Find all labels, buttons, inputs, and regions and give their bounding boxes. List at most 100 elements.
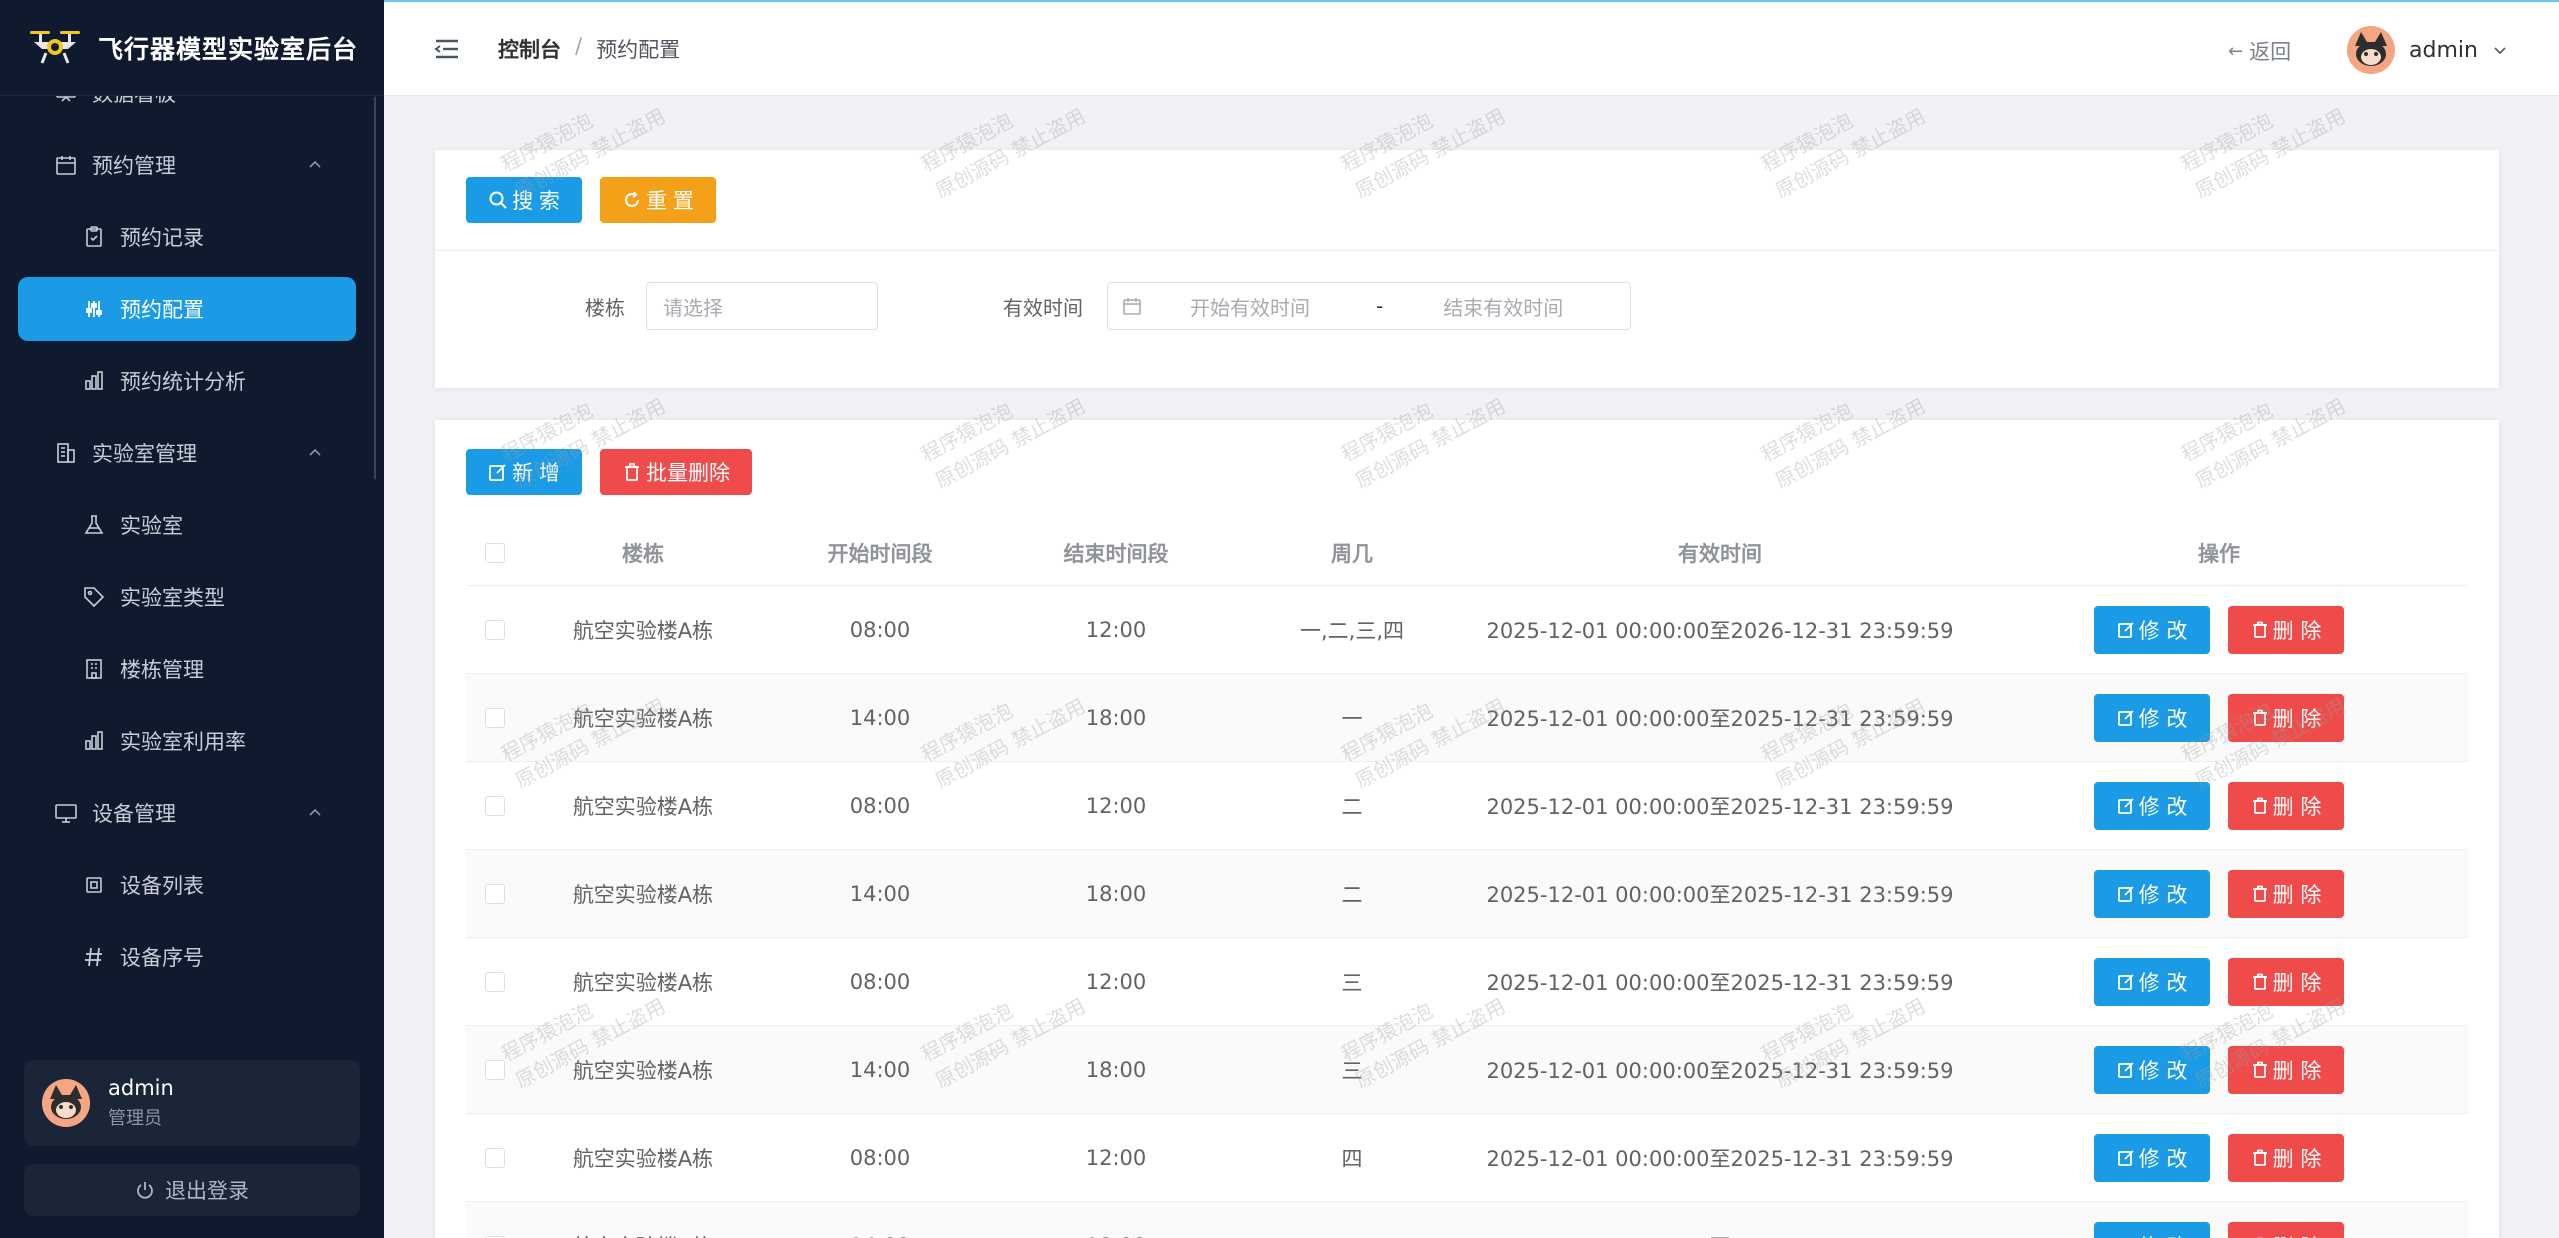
power-icon [137, 1182, 153, 1199]
cell-valid-time: 2025-12-01 00:00:00至2025-12-31 23:59:59 [1486, 706, 1954, 731]
chevron-up-icon [309, 448, 321, 456]
delete-button-label: 删 除 [2272, 970, 2322, 995]
calendar-icon [54, 153, 78, 177]
header-user-dropdown[interactable]: admin [2347, 26, 2508, 74]
sidebar-user-card[interactable]: admin 管理员 [24, 1060, 360, 1146]
valid-time-range-picker[interactable]: 开始有效时间 - 结束有效时间 [1107, 282, 1631, 330]
cell-building: 航空实验楼A栋 [572, 706, 714, 731]
breadcrumb-separator: / [575, 34, 583, 58]
end-date-input[interactable]: 结束有效时间 [1443, 292, 1563, 321]
delete-button[interactable]: 删 除 [2228, 1221, 2344, 1238]
row-checkbox-cell [466, 1147, 524, 1168]
delete-button[interactable]: 删 除 [2228, 1133, 2344, 1182]
delete-button-label: 删 除 [2272, 1146, 2322, 1171]
sidebar-item-7[interactable]: 实验室 [18, 493, 356, 557]
top-header: 控制台 / 预约配置 ← 返回 admin [384, 0, 2559, 96]
edit-button[interactable]: 修 改 [2094, 781, 2210, 830]
edit-button[interactable]: 修 改 [2094, 957, 2210, 1006]
sidebar-item-2[interactable]: 预约管理 [18, 133, 356, 197]
collapse-menu-icon[interactable] [434, 38, 460, 60]
sliders-icon [82, 297, 106, 321]
delete-button[interactable]: 删 除 [2228, 869, 2344, 918]
table-row: 航空实验楼A栋 08:00 12:00 四 2025-12-01 00:00:00至20… [466, 1114, 2468, 1202]
row-checkbox[interactable] [485, 707, 505, 728]
row-checkbox-cell [466, 883, 524, 904]
bar-chart-icon [82, 729, 106, 753]
edit-button[interactable]: 修 改 [2094, 605, 2210, 654]
trash-icon [2252, 621, 2267, 638]
select-all-checkbox[interactable] [485, 542, 505, 563]
edit-button[interactable]: 修 改 [2094, 693, 2210, 742]
brand[interactable]: 飞行器模型实验室后台 [0, 0, 384, 96]
delete-button[interactable]: 删 除 [2228, 693, 2344, 742]
row-checkbox[interactable] [485, 619, 505, 640]
sidebar-item-label: 实验室利用率 [120, 730, 246, 754]
sidebar-item-3[interactable]: 预约记录 [18, 205, 356, 269]
delete-button[interactable]: 删 除 [2228, 1045, 2344, 1094]
batch-delete-button[interactable]: 批量删除 [600, 449, 752, 495]
logout-button[interactable]: 退出登录 [24, 1164, 360, 1216]
row-checkbox-cell [466, 707, 524, 728]
search-button[interactable]: 搜 索 [466, 177, 582, 223]
column-header: 周几 [1331, 541, 1373, 566]
flask-icon [82, 513, 106, 537]
edit-button[interactable]: 修 改 [2094, 869, 2210, 918]
monitor-icon [54, 801, 78, 825]
edit-button[interactable]: 修 改 [2094, 1133, 2210, 1182]
row-checkbox[interactable] [485, 883, 505, 904]
sidebar-item-10[interactable]: 实验室利用率 [18, 709, 356, 773]
row-checkbox[interactable] [485, 971, 505, 992]
row-checkbox[interactable] [485, 1147, 505, 1168]
delete-button[interactable]: 删 除 [2228, 781, 2344, 830]
delete-button-label: 删 除 [2273, 1231, 2322, 1238]
table-card: 新 增 批量删除 楼栋 开始时间段 结束时间段 周几 有效时间 操作 航空实验楼… [435, 420, 2499, 1238]
cell-building: 航空实验楼A栋 [572, 618, 714, 643]
sidebar-item-8[interactable]: 实验室类型 [18, 565, 356, 629]
sidebar-item-6[interactable]: 实验室管理 [18, 421, 356, 485]
chevron-down-icon [2494, 47, 2506, 55]
reset-button[interactable]: 重 置 [600, 177, 716, 223]
edit-icon [489, 464, 506, 481]
header-user-name: admin [2409, 37, 2478, 63]
bar-chart-icon [82, 369, 106, 393]
drone-logo-icon [30, 30, 80, 64]
sidebar-item-5[interactable]: 预约统计分析 [18, 349, 356, 413]
start-date-input[interactable]: 开始有效时间 [1190, 292, 1310, 321]
sidebar: 飞行器模型实验室后台 数据看板预约管理预约记录预约配置预约统计分析实验室管理实验… [0, 0, 384, 1238]
sidebar-item-11[interactable]: 设备管理 [18, 781, 356, 845]
column-header: 结束时间段 [1063, 541, 1169, 566]
sidebar-item-1[interactable]: 数据看板 [18, 96, 356, 125]
delete-button-label: 删 除 [2272, 1058, 2322, 1083]
sidebar-user-role: 管理员 [108, 1108, 162, 1129]
sidebar-item-label: 预约统计分析 [120, 370, 246, 394]
sidebar-item-9[interactable]: 楼栋管理 [18, 637, 356, 701]
row-checkbox[interactable] [485, 1059, 505, 1080]
cell-start-time: 08:00 [849, 1145, 911, 1170]
back-button[interactable]: ← 返回 [2228, 36, 2291, 66]
cell-start-time: 14:00 [849, 705, 911, 730]
edit-icon [2117, 709, 2134, 726]
cell-start-time: 08:00 [849, 969, 911, 994]
cell-end-time: 12:00 [1085, 969, 1147, 994]
delete-button[interactable]: 删 除 [2228, 957, 2344, 1006]
sidebar-item-label: 预约管理 [92, 154, 176, 178]
cell-actions: 修 改删 除 [1970, 957, 2468, 1006]
sidebar-item-13[interactable]: 设备序号 [18, 925, 356, 989]
breadcrumb-home[interactable]: 控制台 [498, 34, 561, 64]
sidebar-scrollbar[interactable] [374, 96, 376, 480]
row-checkbox[interactable] [485, 795, 505, 816]
breadcrumb-current: 预约配置 [596, 38, 681, 62]
edit-button[interactable]: 修 改 [2094, 1045, 2210, 1094]
search-icon [489, 191, 507, 209]
cell-end-time: 18:00 [1085, 705, 1147, 730]
tag-icon [82, 585, 106, 609]
edit-button-label: 修 改 [2138, 1058, 2188, 1083]
sidebar-item-12[interactable]: 设备列表 [18, 853, 356, 917]
edit-button[interactable]: 修 改 [2094, 1221, 2210, 1238]
building-select[interactable]: 请选择 [646, 282, 878, 330]
sidebar-item-4[interactable]: 预约配置 [18, 277, 356, 341]
edit-button-label: 修 改 [2138, 706, 2188, 731]
trash-icon [2252, 973, 2267, 990]
add-button[interactable]: 新 增 [466, 449, 582, 495]
delete-button[interactable]: 删 除 [2228, 605, 2344, 654]
